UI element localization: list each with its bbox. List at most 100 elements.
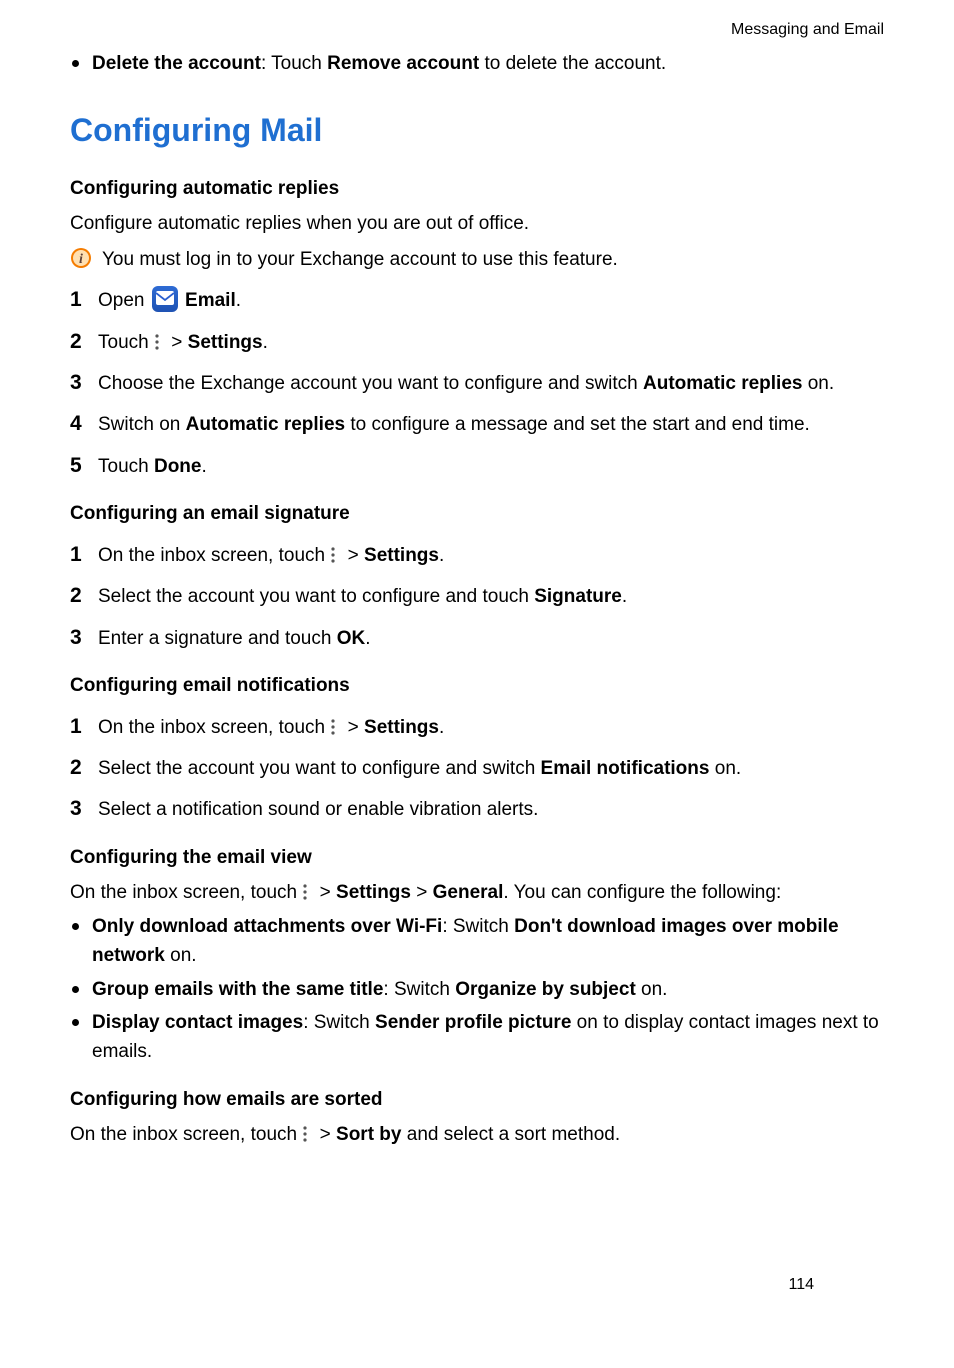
step-number: 1 [70,539,82,572]
step-item: 1 Open Email. [70,286,884,315]
general-label: General [433,882,504,903]
ok-bold: OK [337,628,366,649]
text: Open [98,290,150,311]
text: Select the account you want to configure… [98,758,541,779]
more-vert-icon [302,1125,314,1143]
notifications-heading: Configuring email notifications [70,671,884,700]
text: . [236,290,241,311]
intro-list-item: Delete the account: Touch Remove account… [70,49,884,78]
email-notifications-bold: Email notifications [541,758,710,779]
text: : Switch [303,1012,375,1033]
svg-text:i: i [79,252,83,267]
text: on. [802,373,834,394]
step-item: 2 Select the account you want to configu… [70,754,884,783]
step-number: 1 [70,711,82,744]
info-icon: i [70,247,92,269]
delete-account-bold: Delete the account [92,53,261,74]
more-vert-icon [330,718,342,736]
remove-account-bold: Remove account [327,53,479,74]
text: . [365,628,370,649]
auto-replies-bold: Automatic replies [643,373,802,394]
group-emails-bold: Group emails with the same title [92,979,383,1000]
email-view-heading: Configuring the email view [70,843,884,872]
list-item: Only download attachments over Wi-Fi: Sw… [70,912,884,971]
email-app-label: Email [185,290,236,311]
text: : Touch [261,53,327,74]
text: to delete the account. [479,53,666,74]
settings-label: Settings [188,332,263,353]
text: : Switch [442,916,514,937]
text: > [320,1124,336,1145]
page-title: Configuring Mail [70,106,884,156]
email-app-icon [152,286,178,312]
step-number: 3 [70,367,82,400]
text: > [171,332,187,353]
sort-by-bold: Sort by [336,1124,401,1145]
text: . [622,586,627,607]
wifi-attachments-bold: Only download attachments over Wi-Fi [92,916,442,937]
text: > [348,717,364,738]
sort-heading: Configuring how emails are sorted [70,1085,884,1114]
auto-replies-heading: Configuring automatic replies [70,174,884,203]
text: On the inbox screen, touch [98,717,330,738]
text: > [320,882,336,903]
text: Touch [98,332,154,353]
info-text: You must log in to your Exchange account… [102,249,618,270]
text: On the inbox screen, touch [70,1124,302,1145]
email-view-intro: On the inbox screen, touch > Settings > … [70,878,884,907]
text: > [411,882,433,903]
text: to configure a message and set the start… [345,414,810,435]
organize-subject-bold: Organize by subject [455,979,636,1000]
text: Enter a signature and touch [98,628,337,649]
text: and select a sort method. [401,1124,620,1145]
step-item: 4 Switch on Automatic replies to configu… [70,410,884,439]
text: on. [709,758,741,779]
settings-label: Settings [336,882,411,903]
text: On the inbox screen, touch [70,882,302,903]
auto-replies-subtext: Configure automatic replies when you are… [70,209,884,238]
text: . [439,717,444,738]
text: > [348,545,364,566]
step-item: 1 On the inbox screen, touch > Settings. [70,541,884,570]
step-item: 2 Touch > Settings. [70,328,884,357]
text: Select a notification sound or enable vi… [98,799,538,820]
page-number: 114 [788,1273,814,1298]
more-vert-icon [330,546,342,564]
list-item: Group emails with the same title: Switch… [70,975,884,1004]
text: Choose the Exchange account you want to … [98,373,643,394]
list-item: Display contact images: Switch Sender pr… [70,1008,884,1067]
page-header-section: Messaging and Email [70,18,884,43]
step-number: 2 [70,326,82,359]
step-number: 3 [70,622,82,655]
contact-images-bold: Display contact images [92,1012,303,1033]
step-item: 5 Touch Done. [70,452,884,481]
text: : Switch [383,979,455,1000]
step-number: 2 [70,752,82,785]
step-number: 3 [70,793,82,826]
step-item: 3 Choose the Exchange account you want t… [70,369,884,398]
text: Select the account you want to configure… [98,586,534,607]
text: Touch [98,456,154,477]
text: On the inbox screen, touch [98,545,330,566]
signature-bold: Signature [534,586,622,607]
step-item: 3 Enter a signature and touch OK. [70,624,884,653]
text: . [263,332,268,353]
step-number: 1 [70,284,82,317]
signature-heading: Configuring an email signature [70,499,884,528]
more-vert-icon [302,883,314,901]
step-number: 4 [70,408,82,441]
sort-text: On the inbox screen, touch > Sort by and… [70,1120,884,1149]
sender-profile-bold: Sender profile picture [375,1012,571,1033]
step-number: 5 [70,450,82,483]
step-item: 3 Select a notification sound or enable … [70,795,884,824]
text: Switch on [98,414,186,435]
done-bold: Done [154,456,202,477]
text: on. [165,945,197,966]
more-vert-icon [154,333,166,351]
step-number: 2 [70,580,82,613]
info-note: i You must log in to your Exchange accou… [70,245,884,274]
step-item: 1 On the inbox screen, touch > Settings. [70,713,884,742]
text: . [201,456,206,477]
text: . [439,545,444,566]
text: . You can configure the following: [503,882,781,903]
